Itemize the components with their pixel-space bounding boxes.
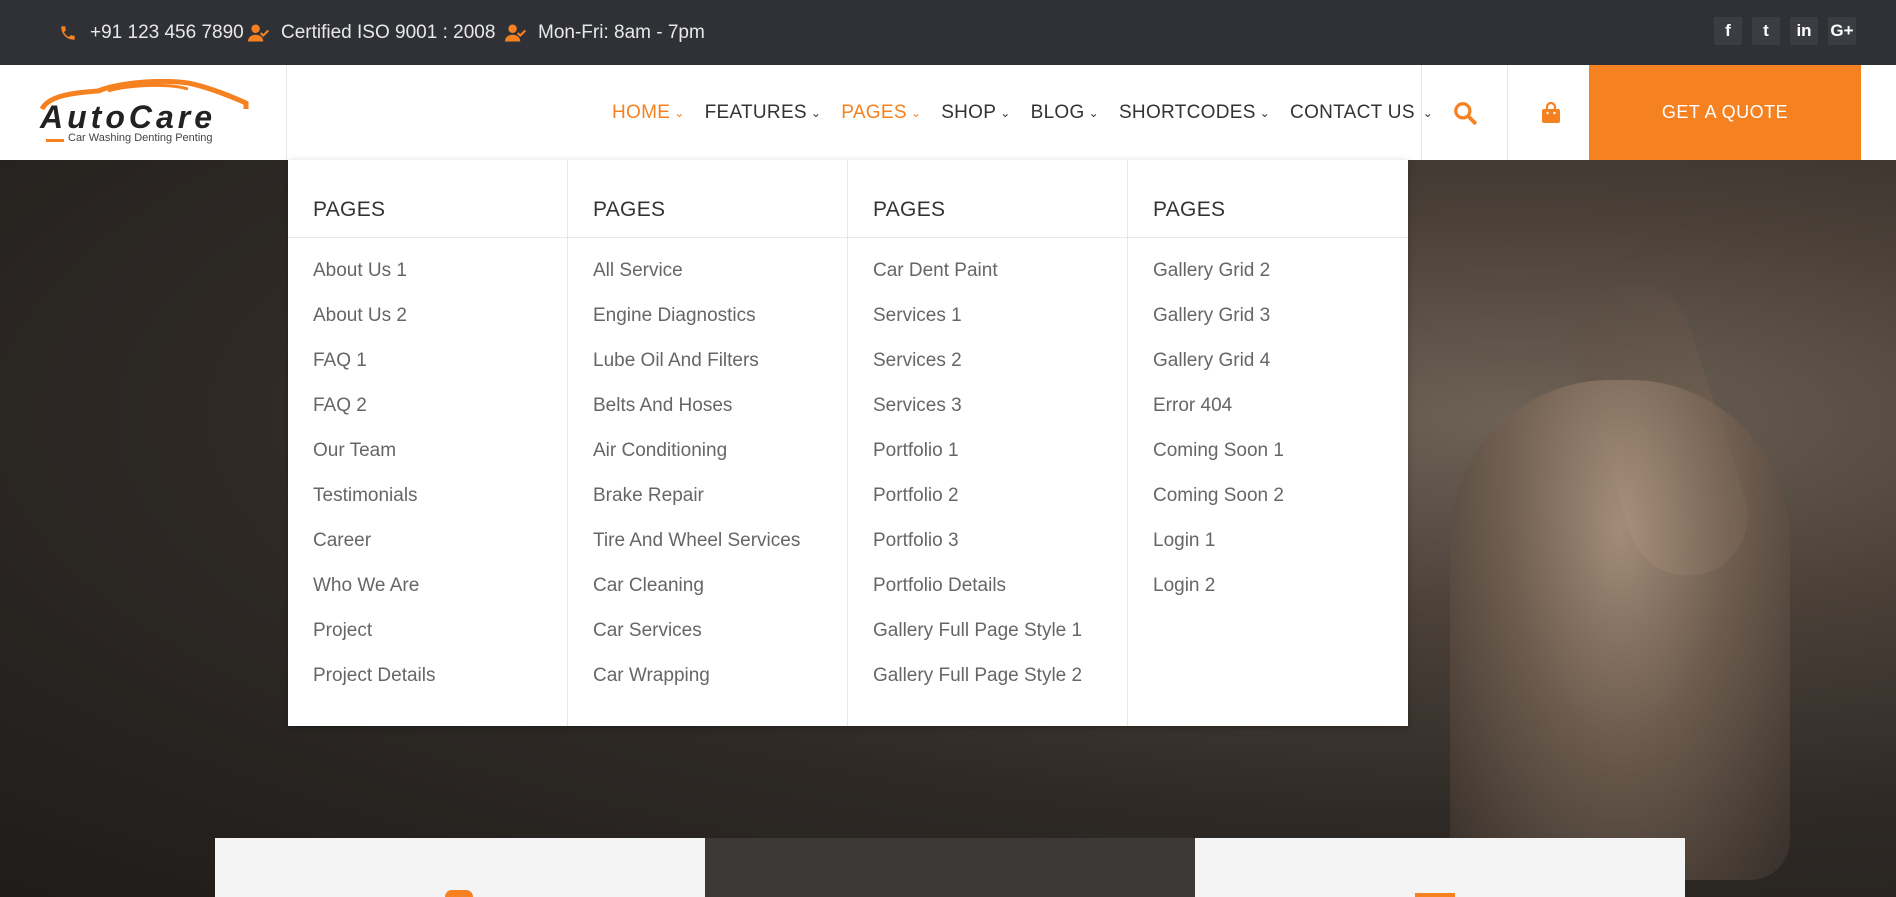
menu-item-portfolio-3[interactable]: Portfolio 3 (873, 528, 1082, 573)
column-title: PAGES (593, 198, 666, 221)
menu-item-services-3[interactable]: Services 3 (873, 393, 1082, 438)
nav-home[interactable]: HOME ⌄ (612, 102, 685, 124)
feature-card-middle (705, 838, 1195, 897)
menu-item-coming-soon-1[interactable]: Coming Soon 1 (1153, 438, 1284, 483)
mega-menu-column: PAGES Car Dent Paint Services 1 Services… (848, 160, 1128, 726)
get-a-quote-button[interactable]: GET A QUOTE (1589, 65, 1861, 160)
menu-item-engine-diagnostics[interactable]: Engine Diagnostics (593, 303, 800, 348)
column-divider (1128, 237, 1408, 238)
hero-image-mechanic (1450, 380, 1790, 880)
menu-item-faq-1[interactable]: FAQ 1 (313, 348, 436, 393)
main-header: AutoCare Car Washing Denting Penting HOM… (0, 65, 1896, 160)
menu-item-belts-and-hoses[interactable]: Belts And Hoses (593, 393, 800, 438)
nav-blog[interactable]: BLOG ⌄ (1031, 102, 1099, 124)
main-nav: HOME ⌄ FEATURES ⌄ PAGES ⌄ SHOP ⌄ BLOG ⌄ SHORT… (612, 65, 1453, 160)
menu-item-brake-repair[interactable]: Brake Repair (593, 483, 800, 528)
chevron-down-icon: ⌄ (1000, 105, 1011, 120)
mega-menu-column: PAGES About Us 1 About Us 2 FAQ 1 FAQ 2 … (288, 160, 568, 726)
chevron-down-icon: ⌄ (674, 105, 685, 120)
social-links: f t in G+ (1714, 17, 1856, 45)
logo-tagline: Car Washing Denting Penting (68, 132, 213, 144)
logo-name: AutoCare (40, 99, 217, 135)
menu-item-coming-soon-2[interactable]: Coming Soon 2 (1153, 483, 1284, 528)
menu-item-career[interactable]: Career (313, 528, 436, 573)
facebook-icon[interactable]: f (1714, 17, 1742, 45)
chevron-down-icon: ⌄ (810, 105, 822, 120)
column-divider (848, 237, 1127, 238)
menu-item-about-us-2[interactable]: About Us 2 (313, 303, 436, 348)
menu-item-portfolio-2[interactable]: Portfolio 2 (873, 483, 1082, 528)
column-title: PAGES (313, 198, 386, 221)
menu-item-car-dent-paint[interactable]: Car Dent Paint (873, 258, 1082, 303)
menu-item-services-2[interactable]: Services 2 (873, 348, 1082, 393)
logo[interactable]: AutoCare Car Washing Denting Penting (0, 65, 287, 160)
hours-text: Mon-Fri: 8am - 7pm (538, 21, 705, 43)
menu-item-portfolio-1[interactable]: Portfolio 1 (873, 438, 1082, 483)
phone-number: +91 123 456 7890 (90, 21, 244, 43)
mega-menu-column: PAGES Gallery Grid 2 Gallery Grid 3 Gall… (1128, 160, 1408, 726)
twitter-icon[interactable]: t (1752, 17, 1780, 45)
nav-contact-us[interactable]: CONTACT US ⌄ (1290, 102, 1433, 124)
nav-pages[interactable]: PAGES ⌄ (841, 102, 921, 124)
menu-item-project[interactable]: Project (313, 618, 436, 663)
feature-icon (445, 890, 473, 897)
column-title: PAGES (1153, 198, 1226, 221)
menu-item-gallery-full-page-style-2[interactable]: Gallery Full Page Style 2 (873, 663, 1082, 708)
feature-card-left (215, 838, 705, 897)
hours-info: Mon-Fri: 8am - 7pm (504, 0, 705, 65)
certified-text: Certified ISO 9001 : 2008 (281, 21, 496, 43)
menu-item-car-services[interactable]: Car Services (593, 618, 800, 663)
google-plus-icon[interactable]: G+ (1828, 17, 1856, 45)
column-divider (568, 237, 847, 238)
menu-item-tire-and-wheel-services[interactable]: Tire And Wheel Services (593, 528, 800, 573)
menu-item-about-us-1[interactable]: About Us 1 (313, 258, 436, 303)
menu-item-project-details[interactable]: Project Details (313, 663, 436, 708)
phone-info[interactable]: +91 123 456 7890 (56, 0, 244, 65)
chevron-down-icon: ⌄ (910, 105, 922, 120)
menu-item-car-cleaning[interactable]: Car Cleaning (593, 573, 800, 618)
phone-icon (56, 21, 80, 45)
pages-mega-menu: PAGES About Us 1 About Us 2 FAQ 1 FAQ 2 … (288, 160, 1408, 726)
user-check-icon (247, 21, 271, 45)
column-title: PAGES (873, 198, 946, 221)
menu-item-all-service[interactable]: All Service (593, 258, 800, 303)
menu-item-error-404[interactable]: Error 404 (1153, 393, 1284, 438)
linkedin-icon[interactable]: in (1790, 17, 1818, 45)
menu-item-gallery-grid-4[interactable]: Gallery Grid 4 (1153, 348, 1284, 393)
menu-item-who-we-are[interactable]: Who We Are (313, 573, 436, 618)
shopping-bag-icon (1541, 101, 1560, 123)
top-bar: +91 123 456 7890 Certified ISO 9001 : 20… (0, 0, 1896, 65)
menu-item-services-1[interactable]: Services 1 (873, 303, 1082, 348)
menu-item-our-team[interactable]: Our Team (313, 438, 436, 483)
column-divider (288, 237, 567, 238)
menu-item-gallery-grid-2[interactable]: Gallery Grid 2 (1153, 258, 1284, 303)
nav-shortcodes[interactable]: SHORTCODES ⌄ (1119, 102, 1270, 124)
menu-item-gallery-full-page-style-1[interactable]: Gallery Full Page Style 1 (873, 618, 1082, 663)
menu-item-lube-oil-and-filters[interactable]: Lube Oil And Filters (593, 348, 800, 393)
feature-icon (1415, 893, 1455, 897)
feature-card-right (1195, 838, 1685, 897)
menu-item-login-1[interactable]: Login 1 (1153, 528, 1284, 573)
chevron-down-icon: ⌄ (1088, 105, 1099, 120)
search-icon (1453, 101, 1477, 125)
user-check-icon (504, 21, 528, 45)
mega-menu-column: PAGES All Service Engine Diagnostics Lub… (568, 160, 848, 726)
menu-item-testimonials[interactable]: Testimonials (313, 483, 436, 528)
nav-shop[interactable]: SHOP ⌄ (941, 102, 1010, 124)
menu-item-air-conditioning[interactable]: Air Conditioning (593, 438, 800, 483)
cart-button[interactable] (1507, 65, 1593, 160)
logo-accent-bar (46, 139, 64, 142)
menu-item-portfolio-details[interactable]: Portfolio Details (873, 573, 1082, 618)
certified-info: Certified ISO 9001 : 2008 (247, 0, 495, 65)
search-button[interactable] (1421, 65, 1507, 160)
nav-features[interactable]: FEATURES ⌄ (705, 102, 822, 124)
menu-item-faq-2[interactable]: FAQ 2 (313, 393, 436, 438)
menu-item-car-wrapping[interactable]: Car Wrapping (593, 663, 800, 708)
menu-item-gallery-grid-3[interactable]: Gallery Grid 3 (1153, 303, 1284, 348)
menu-item-login-2[interactable]: Login 2 (1153, 573, 1284, 618)
chevron-down-icon: ⌄ (1259, 105, 1271, 120)
